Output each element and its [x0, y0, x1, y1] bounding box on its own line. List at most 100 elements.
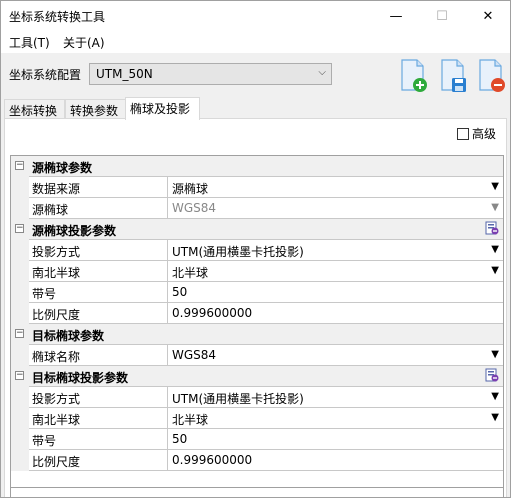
tab-conversion-params[interactable]: 转换参数 — [65, 99, 126, 119]
delete-file-icon — [479, 59, 505, 92]
property-value-text: WGS84 — [172, 348, 217, 362]
grid-property-row: 带号 50 — [11, 282, 503, 303]
collapse-toggle-icon[interactable]: − — [15, 329, 24, 338]
property-value-text: 50 — [172, 285, 188, 299]
property-name: 带号 — [29, 429, 168, 450]
maximize-button[interactable]: ☐ — [419, 1, 465, 31]
grid-gutter: − — [11, 366, 29, 387]
config-select-value: UTM_50N — [96, 67, 153, 81]
projection-settings-icon[interactable] — [485, 368, 499, 383]
category-label-text: 源椭球投影参数 — [32, 224, 117, 238]
property-name: 椭球名称 — [29, 345, 168, 366]
collapse-toggle-icon[interactable]: − — [15, 371, 24, 380]
advanced-checkbox[interactable] — [457, 127, 469, 140]
grid-gutter — [11, 429, 29, 450]
property-value-text: 北半球 — [172, 266, 209, 280]
grid-property-row: 比例尺度 0.999600000 — [11, 450, 503, 471]
app-window: 坐标系统转换工具 — ☐ ✕ 工具(T) 关于(A) 坐标系统配置 UTM_50… — [0, 0, 511, 498]
property-value-input[interactable]: 50 — [168, 282, 503, 303]
close-button[interactable]: ✕ — [465, 1, 510, 31]
property-grid: − 源椭球参数 数据来源 源椭球 ▼ 源椭球 WGS84 ▼ − 源椭球投影参数 投影方式 UTM(通… — [10, 155, 504, 497]
advanced-toggle[interactable]: 高级 — [457, 125, 496, 142]
grid-property-row: 数据来源 源椭球 ▼ — [11, 177, 503, 198]
property-value-text: 0.999600000 — [172, 453, 253, 467]
chevron-down-icon: ⌵ — [318, 67, 326, 78]
grid-property-row: 投影方式 UTM(通用横墨卡托投影) ▼ — [11, 240, 503, 261]
delete-config-button[interactable] — [477, 59, 507, 93]
dropdown-arrow-icon[interactable]: ▼ — [491, 181, 499, 192]
grid-gutter — [11, 387, 29, 408]
property-value-select[interactable]: 北半球 ▼ — [168, 408, 503, 429]
property-value-text: WGS84 — [172, 201, 217, 215]
property-value-select[interactable]: UTM(通用横墨卡托投影) ▼ — [168, 387, 503, 408]
grid-gutter — [11, 177, 29, 198]
grid-property-row: 南北半球 北半球 ▼ — [11, 261, 503, 282]
property-value-select[interactable]: 北半球 ▼ — [168, 261, 503, 282]
grid-property-row: 源椭球 WGS84 ▼ — [11, 198, 503, 219]
new-config-button[interactable] — [399, 59, 429, 93]
config-label: 坐标系统配置 — [9, 68, 82, 82]
property-name: 比例尺度 — [29, 303, 168, 324]
property-value-input[interactable]: 50 — [168, 429, 503, 450]
property-value-input[interactable]: 0.999600000 — [168, 450, 503, 471]
grid-gutter — [11, 198, 29, 219]
grid-gutter — [11, 408, 29, 429]
grid-property-row: 比例尺度 0.999600000 — [11, 303, 503, 324]
tab-ellipsoid-projection[interactable]: 椭球及投影 — [125, 97, 200, 120]
grid-property-row: 南北半球 北半球 ▼ — [11, 408, 503, 429]
grid-gutter — [11, 240, 29, 261]
property-value-text: UTM(通用横墨卡托投影) — [172, 392, 304, 406]
config-select[interactable]: UTM_50N ⌵ — [89, 63, 332, 85]
category-label-text: 源椭球参数 — [32, 161, 93, 175]
dropdown-arrow-icon[interactable]: ▼ — [491, 349, 499, 360]
category-label-text: 目标椭球参数 — [32, 329, 105, 343]
save-file-icon — [441, 59, 466, 92]
grid-gutter: − — [11, 219, 29, 240]
config-toolbar: 坐标系统配置 UTM_50N ⌵ — [1, 53, 510, 97]
collapse-toggle-icon[interactable]: − — [15, 224, 24, 233]
property-name: 带号 — [29, 282, 168, 303]
grid-property-row: 椭球名称 WGS84 ▼ — [11, 345, 503, 366]
grid-category-row: − 源椭球投影参数 — [11, 219, 503, 240]
category-label: 目标椭球参数 — [29, 324, 503, 345]
dropdown-arrow-icon[interactable]: ▼ — [491, 265, 499, 276]
advanced-label: 高级 — [472, 127, 497, 141]
property-value-select[interactable]: WGS84 ▼ — [168, 345, 503, 366]
window-title: 坐标系统转换工具 — [9, 10, 106, 24]
tab-coordinate-conversion[interactable]: 坐标转换 — [4, 99, 65, 119]
menu-about[interactable]: 关于(A) — [63, 34, 105, 51]
property-value-text: UTM(通用横墨卡托投影) — [172, 245, 304, 259]
property-value-select[interactable]: WGS84 ▼ — [168, 198, 503, 219]
minimize-button[interactable]: — — [373, 1, 419, 31]
menu-bar: 工具(T) 关于(A) — [1, 31, 510, 53]
dropdown-arrow-icon[interactable]: ▼ — [491, 391, 499, 402]
dropdown-arrow-icon[interactable]: ▼ — [491, 244, 499, 255]
grid-property-row: 带号 50 — [11, 429, 503, 450]
category-label: 源椭球参数 — [29, 156, 503, 177]
grid-gutter — [11, 282, 29, 303]
dropdown-arrow-icon[interactable]: ▼ — [491, 202, 499, 213]
category-label-text: 目标椭球投影参数 — [32, 371, 129, 385]
menu-tools[interactable]: 工具(T) — [9, 34, 50, 51]
grid-gutter — [11, 450, 29, 471]
collapse-toggle-icon[interactable]: − — [15, 161, 24, 170]
grid-gutter — [11, 303, 29, 324]
category-label: 源椭球投影参数 — [29, 219, 503, 240]
grid-category-row: − 目标椭球参数 — [11, 324, 503, 345]
dropdown-arrow-icon[interactable]: ▼ — [491, 412, 499, 423]
property-value-select[interactable]: 源椭球 ▼ — [168, 177, 503, 198]
property-value-text: 0.999600000 — [172, 306, 253, 320]
new-file-icon — [401, 59, 427, 92]
tab-panel: 高级 − 源椭球参数 数据来源 源椭球 ▼ 源椭球 WGS84 ▼ − 源椭球投影参数 投影方式 UT… — [4, 118, 507, 497]
property-value-select[interactable]: UTM(通用横墨卡托投影) ▼ — [168, 240, 503, 261]
projection-settings-icon[interactable] — [485, 221, 499, 236]
grid-gutter — [11, 345, 29, 366]
grid-gutter: − — [11, 324, 29, 345]
save-config-button[interactable] — [439, 59, 469, 93]
property-name: 南北半球 — [29, 408, 168, 429]
property-value-input[interactable]: 0.999600000 — [168, 303, 503, 324]
property-name: 比例尺度 — [29, 450, 168, 471]
category-label: 目标椭球投影参数 — [29, 366, 503, 387]
grid-category-row: − 目标椭球投影参数 — [11, 366, 503, 387]
grid-property-row: 投影方式 UTM(通用横墨卡托投影) ▼ — [11, 387, 503, 408]
